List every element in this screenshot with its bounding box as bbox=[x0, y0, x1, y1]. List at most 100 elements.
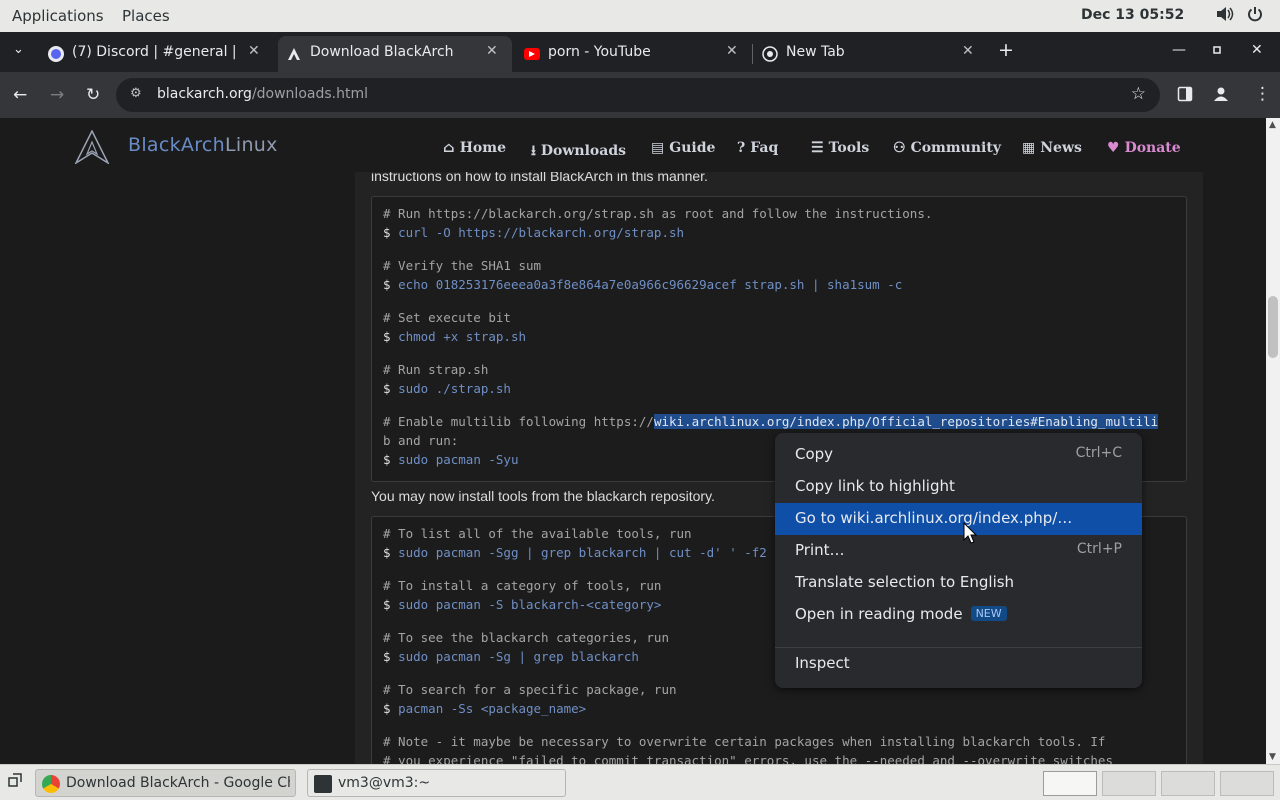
tab-search-icon[interactable]: ⌄ bbox=[13, 42, 24, 57]
nav-donate[interactable]: ♥ Donate bbox=[1107, 140, 1181, 156]
code-line: $ curl -O https://blackarch.org/strap.sh bbox=[383, 225, 684, 240]
tab-title: (7) Discord | #general | D bbox=[72, 44, 242, 60]
menu-item-translate[interactable]: Translate selection to English bbox=[775, 567, 1142, 599]
close-tab-icon[interactable]: ✕ bbox=[962, 43, 974, 59]
site-info-icon[interactable]: ⚙ bbox=[130, 86, 142, 101]
code-line: $ sudo ./strap.sh bbox=[383, 381, 511, 396]
clock[interactable]: Dec 13 05:52 bbox=[1081, 7, 1184, 23]
menu-item-inspect[interactable]: Inspect bbox=[775, 648, 1142, 680]
blackarch-logo-icon[interactable] bbox=[74, 130, 110, 164]
bookmark-star-icon[interactable]: ☆ bbox=[1131, 84, 1146, 104]
code-line: $ pacman -Ss <package_name> bbox=[383, 701, 586, 716]
prompt-sign: $ bbox=[383, 329, 399, 344]
workspace-3[interactable] bbox=[1161, 771, 1215, 796]
side-panel-icon[interactable] bbox=[1177, 86, 1193, 107]
nav-downloads[interactable]: ⭳ Downloads bbox=[531, 140, 626, 164]
code-comment: # To search for a specific package, run bbox=[383, 682, 677, 697]
code-comment: # To install a category of tools, run bbox=[383, 578, 662, 593]
workspace-1[interactable] bbox=[1043, 771, 1097, 796]
nav-label: Faq bbox=[750, 140, 779, 156]
nav-label: Guide bbox=[669, 140, 716, 156]
list-icon: ☰ bbox=[811, 140, 824, 156]
volume-icon[interactable] bbox=[1216, 6, 1234, 26]
workspace-2[interactable] bbox=[1102, 771, 1156, 796]
nav-tools[interactable]: ☰ Tools bbox=[811, 140, 869, 156]
workspace-4[interactable] bbox=[1220, 771, 1274, 796]
back-icon[interactable]: ← bbox=[13, 85, 27, 105]
menu-item-reading-mode[interactable]: Open in reading mode NEW bbox=[775, 599, 1142, 631]
prompt-sign: $ bbox=[383, 597, 399, 612]
nav-news[interactable]: ▦ News bbox=[1022, 140, 1082, 156]
code-line: $ echo 01825317​6eeea0a3f8e864a7e0a966c9… bbox=[383, 277, 902, 292]
tab-new-tab[interactable]: New Tab ✕ bbox=[754, 36, 988, 72]
nav-label: Home bbox=[459, 140, 506, 156]
menu-item-print[interactable]: Print… Ctrl+P bbox=[775, 535, 1142, 567]
places-menu[interactable]: Places bbox=[122, 7, 170, 25]
scroll-down-icon[interactable]: ▼ bbox=[1269, 752, 1276, 762]
nav-home[interactable]: ⌂ Home bbox=[443, 140, 506, 156]
menu-label: Go to wiki.archlinux.org/index.php/… bbox=[795, 509, 1073, 527]
tab-download-blackarch[interactable]: Download BlackArch ✕ bbox=[278, 36, 512, 72]
code-line: $ sudo pacman -Sgg | grep blackarch | cu… bbox=[383, 545, 767, 560]
maximize-icon[interactable] bbox=[1212, 43, 1222, 59]
menu-label: Copy link to highlight bbox=[795, 477, 955, 495]
prompt-sign: $ bbox=[383, 452, 399, 467]
newspaper-icon: ▦ bbox=[1022, 140, 1036, 156]
close-tab-icon[interactable]: ✕ bbox=[726, 43, 738, 59]
code-comment: # Run strap.sh bbox=[383, 362, 489, 377]
task-label: vm3@vm3:~ bbox=[338, 775, 431, 791]
scrollbar-thumb[interactable] bbox=[1268, 296, 1278, 358]
question-icon: ? bbox=[737, 140, 746, 156]
nav-guide[interactable]: ▤ Guide bbox=[651, 140, 715, 156]
browser-toolbar: ← → ↻ ⚙ blackarch.org/downloads.html ☆ ⋮ bbox=[0, 72, 1280, 118]
middle-paragraph: You may now install tools from the black… bbox=[371, 488, 715, 504]
menu-item-go-to-link[interactable]: Go to wiki.archlinux.org/index.php/… bbox=[775, 503, 1142, 535]
reload-icon[interactable]: ↻ bbox=[86, 85, 100, 105]
tab-strip: ⌄ (7) Discord | #general | D ✕ Download … bbox=[0, 32, 1280, 72]
task-terminal-window[interactable]: vm3@vm3:~ bbox=[307, 769, 566, 797]
menu-item-copy[interactable]: Copy Ctrl+C bbox=[775, 439, 1142, 471]
chrome-icon bbox=[42, 775, 60, 793]
scroll-up-icon[interactable]: ▲ bbox=[1269, 120, 1276, 130]
gnome-top-bar: Applications Places Dec 13 05:52 bbox=[0, 0, 1280, 32]
menu-shortcut: Ctrl+P bbox=[1076, 541, 1122, 557]
address-bar[interactable]: ⚙ blackarch.org/downloads.html ☆ bbox=[116, 78, 1160, 112]
power-icon[interactable] bbox=[1247, 6, 1263, 26]
close-tab-icon[interactable]: ✕ bbox=[248, 43, 260, 59]
menu-item-copy-link-to-highlight[interactable]: Copy link to highlight bbox=[775, 471, 1142, 503]
new-tab-button[interactable]: + bbox=[998, 39, 1014, 61]
brand-name[interactable]: BlackArchLinux bbox=[128, 134, 278, 156]
nav-community[interactable]: ⚇ Community bbox=[893, 140, 1001, 156]
profile-icon[interactable] bbox=[1213, 86, 1229, 107]
close-tab-icon[interactable]: ✕ bbox=[486, 43, 498, 59]
show-desktop-icon[interactable] bbox=[8, 773, 22, 791]
code-comment: b and run: bbox=[383, 433, 459, 448]
task-chrome-window[interactable]: Download BlackArch - Google Chr... bbox=[35, 769, 296, 797]
nav-faq[interactable]: ? Faq bbox=[737, 140, 778, 156]
tab-title: New Tab bbox=[786, 44, 845, 60]
selected-text[interactable]: wiki.archlinux.org/index.php/Official_re… bbox=[653, 414, 1159, 429]
tab-discord[interactable]: (7) Discord | #general | D ✕ bbox=[38, 36, 274, 72]
page-scrollbar[interactable]: ▲ ▼ bbox=[1266, 118, 1280, 764]
minimize-icon[interactable]: — bbox=[1172, 42, 1186, 58]
forward-icon[interactable]: → bbox=[50, 85, 64, 105]
code-comment: # Set execute bit bbox=[383, 310, 511, 325]
code-command: sudo pacman -Sg | grep blackarch bbox=[398, 649, 639, 664]
task-label: Download BlackArch - Google Chr... bbox=[66, 775, 290, 791]
prompt-sign: $ bbox=[383, 545, 399, 560]
prompt-sign: $ bbox=[383, 277, 399, 292]
code-command: curl -O https://blackarch.org/strap.sh bbox=[398, 225, 685, 240]
nav-label: Tools bbox=[828, 140, 870, 156]
menu-label-wrap: Open in reading mode NEW bbox=[795, 605, 1007, 623]
applications-menu[interactable]: Applications bbox=[12, 7, 104, 25]
tab-title: porn - YouTube bbox=[548, 44, 651, 60]
chrome-menu-icon[interactable]: ⋮ bbox=[1254, 84, 1271, 104]
tab-youtube[interactable]: porn - YouTube ✕ bbox=[516, 36, 750, 72]
book-icon: ▤ bbox=[651, 140, 665, 156]
url-host: blackarch.org bbox=[157, 86, 252, 102]
close-window-icon[interactable]: ✕ bbox=[1251, 42, 1263, 58]
prompt-sign: $ bbox=[383, 225, 399, 240]
heart-icon: ♥ bbox=[1107, 140, 1120, 156]
code-line: $ chmod +x strap.sh bbox=[383, 329, 526, 344]
url-text[interactable]: blackarch.org/downloads.html bbox=[157, 86, 368, 102]
